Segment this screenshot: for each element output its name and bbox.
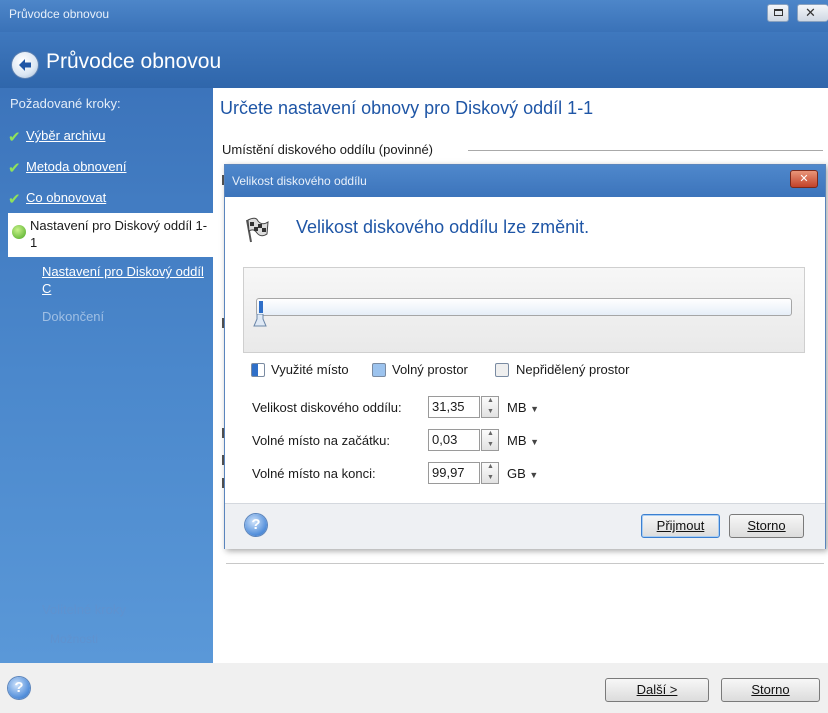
step-recovery-method[interactable]: ✔ Metoda obnovení: [0, 155, 213, 183]
optional-steps-heading: Volitelné kroky: [42, 602, 126, 617]
section-label: Umístění diskového oddílu (povinné): [222, 142, 434, 157]
dialog-title: Velikost diskového oddílu: [232, 174, 367, 188]
sidebar-footer: [0, 663, 213, 713]
step-finish: Dokončení: [42, 309, 105, 324]
free-space-before-unit[interactable]: MB ▼: [507, 433, 539, 448]
chevron-down-icon: ▼: [530, 404, 540, 414]
page-title: Určete nastavení obnovy pro Diskový oddí…: [220, 98, 594, 118]
partition-size-slider[interactable]: [256, 298, 792, 316]
dialog-cancel-button[interactable]: Storno: [729, 514, 804, 538]
dialog-close-button[interactable]: ✕: [790, 170, 818, 188]
step-label: Co obnovovat: [26, 190, 107, 205]
next-button-label: Další >: [636, 682, 678, 697]
partition-size-unit[interactable]: MB ▼: [507, 400, 539, 415]
section-divider: [468, 150, 823, 151]
required-steps-heading: Požadované kroky:: [10, 96, 121, 111]
partition-size-label: Velikost diskového oddílu:: [252, 400, 402, 415]
step-partition-c-settings[interactable]: Nastavení pro Diskový oddíl C: [42, 263, 207, 297]
back-arrow-icon: [19, 59, 31, 71]
legend-used-swatch: [251, 363, 265, 377]
current-step-icon: [12, 225, 26, 239]
step-what-to-recover[interactable]: ✔ Co obnovovat: [0, 186, 213, 214]
free-space-before-spinner[interactable]: [481, 429, 499, 451]
next-button[interactable]: Další >: [605, 678, 709, 702]
dialog-help-icon[interactable]: ?: [245, 514, 267, 536]
checkmark-icon: ✔: [8, 160, 21, 177]
chevron-down-icon: ▼: [530, 437, 540, 447]
free-space-after-label: Volné místo na konci:: [252, 466, 376, 481]
checkmark-icon: ✔: [8, 129, 21, 146]
partition-size-input[interactable]: 31,35: [428, 396, 480, 418]
dialog-cancel-button-label: Storno: [747, 518, 786, 533]
partition-size-spinner[interactable]: [481, 396, 499, 418]
free-space-after-input[interactable]: 99,97: [428, 462, 480, 484]
cancel-button[interactable]: Storno: [721, 678, 820, 702]
unit-label: MB: [507, 400, 527, 415]
unit-label: MB: [507, 433, 527, 448]
dialog-heading: Velikost diskového oddílu lze změnit.: [296, 217, 590, 237]
slider-handle[interactable]: [253, 313, 267, 328]
step-label: Výběr archivu: [26, 128, 106, 143]
used-space-fill: [259, 301, 263, 313]
close-icon: ✕: [805, 5, 816, 20]
free-space-before-input[interactable]: 0,03: [428, 429, 480, 451]
step-active-partition-settings[interactable]: Nastavení pro Diskový oddíl 1-1: [8, 213, 213, 257]
legend-unallocated-label: Nepřidělený prostor: [516, 362, 630, 377]
slider-handle-icon: [253, 313, 267, 327]
step-archive-selection[interactable]: ✔ Výběr archivu: [0, 124, 213, 152]
step-options[interactable]: Možnosti: [50, 632, 98, 646]
checkmark-icon: ✔: [8, 191, 21, 208]
legend-free-swatch: [372, 363, 386, 377]
legend-free-label: Volný prostor: [392, 362, 468, 377]
restore-icon: [774, 9, 783, 16]
unit-label: GB: [507, 466, 526, 481]
chevron-down-icon: ▼: [529, 470, 539, 480]
free-space-after-spinner[interactable]: [481, 462, 499, 484]
back-button[interactable]: [12, 52, 38, 78]
accept-button-label: Přijmout: [656, 518, 705, 533]
checkered-flag-icon: [244, 216, 270, 244]
free-space-before-label: Volné místo na začátku:: [252, 433, 391, 448]
close-icon: ✕: [799, 173, 809, 185]
legend-unallocated-swatch: [495, 363, 509, 377]
window-titlebar: [0, 0, 828, 32]
cancel-button-label: Storno: [751, 682, 790, 697]
step-label: Nastavení pro Diskový oddíl 1-1: [30, 218, 208, 250]
help-icon[interactable]: ?: [8, 677, 30, 699]
step-label: Metoda obnovení: [26, 159, 127, 174]
legend-used-label: Využité místo: [271, 362, 349, 377]
free-space-after-unit[interactable]: GB ▼: [507, 466, 538, 481]
restore-button[interactable]: [767, 4, 789, 22]
window-title: Průvodce obnovou: [9, 7, 110, 21]
accept-button[interactable]: Přijmout: [641, 514, 720, 538]
wizard-title: Průvodce obnovou: [46, 50, 222, 73]
background-panel-edge: [226, 549, 824, 564]
close-window-button[interactable]: ✕: [797, 4, 828, 22]
